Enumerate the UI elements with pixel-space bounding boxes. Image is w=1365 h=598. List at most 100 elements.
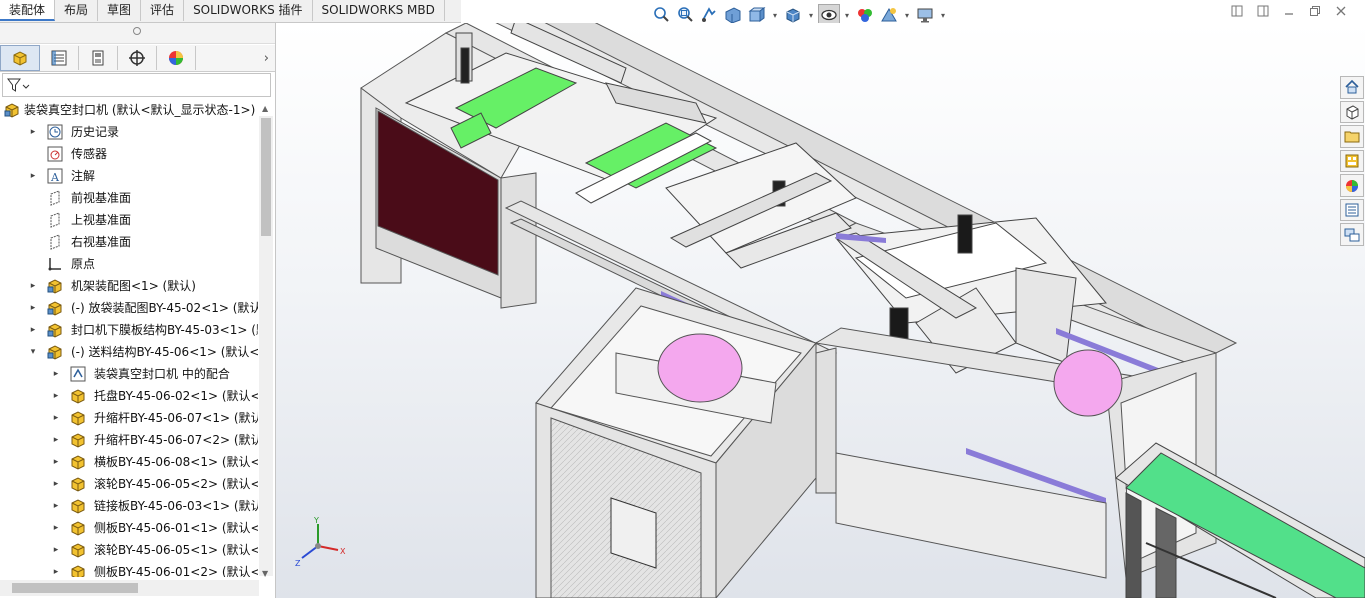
subassembly-icon <box>47 300 63 316</box>
file-explorer-icon[interactable] <box>1340 125 1364 148</box>
tree-item[interactable]: ▸ 历史记录 <box>0 121 258 143</box>
panel-grip-bar[interactable] <box>0 23 275 44</box>
tree-item[interactable]: 传感器 <box>0 143 258 165</box>
close-icon[interactable] <box>1334 4 1348 18</box>
scroll-up-icon[interactable]: ▲ <box>262 104 268 113</box>
expand-arrow-icon[interactable]: ▸ <box>50 385 62 407</box>
featuremanager-tab[interactable] <box>0 45 40 71</box>
tree-item[interactable]: ▸ 滚轮BY-45-06-05<1> (默认<<默认 <box>0 539 258 561</box>
tab-4[interactable]: SOLIDWORKS 插件 <box>184 0 313 21</box>
svg-text:A: A <box>50 171 60 184</box>
tree-item[interactable]: ▸ 机架装配图<1> (默认) <box>0 275 258 297</box>
tree-item[interactable]: 装袋真空封口机 (默认<默认_显示状态-1>) <box>0 99 258 121</box>
part-icon <box>70 476 86 492</box>
propertymanager-tab[interactable] <box>40 46 79 70</box>
tree-item[interactable]: ▸ 升缩杆BY-45-06-07<1> (默认<<默 <box>0 407 258 429</box>
expand-arrow-icon[interactable]: ▸ <box>27 165 39 187</box>
tree-item-label: 封口机下膜板结构BY-45-03<1> (默认< <box>71 323 258 337</box>
tab-1[interactable]: 布局 <box>55 0 99 21</box>
forum-icon[interactable] <box>1340 223 1364 247</box>
annotation-icon: A <box>47 168 63 184</box>
tree-item[interactable]: ▸ A 注解 <box>0 165 258 187</box>
origin-icon <box>47 256 63 272</box>
tree-item-label: 横板BY-45-06-08<1> (默认<<默认 <box>94 455 258 469</box>
tile-left-icon[interactable] <box>1230 4 1244 18</box>
home-icon[interactable] <box>1340 76 1364 99</box>
expand-arrow-icon[interactable]: ▸ <box>27 275 39 297</box>
triad-y-label: Y <box>313 516 319 525</box>
tab-5[interactable]: SOLIDWORKS MBD <box>313 0 445 21</box>
tree-item[interactable]: ▸ 装袋真空封口机 中的配合 <box>0 363 258 385</box>
tree-item[interactable]: 右视基准面 <box>0 231 258 253</box>
grip-icon[interactable] <box>133 27 141 35</box>
tab-0[interactable]: 装配体 <box>0 0 56 21</box>
manager-tabs <box>0 45 275 72</box>
expand-arrow-icon[interactable]: ▸ <box>50 495 62 517</box>
tab-3[interactable]: 评估 <box>141 0 185 21</box>
scrollbar-thumb[interactable] <box>261 118 271 236</box>
tree-vertical-scrollbar[interactable]: ▲ ▼ <box>259 104 273 578</box>
configurationmanager-tab[interactable] <box>79 46 118 70</box>
tree-item[interactable]: ▸ 托盘BY-45-06-02<1> (默认<<默认 <box>0 385 258 407</box>
view-palette-icon[interactable] <box>1340 149 1364 173</box>
tree-filter-box[interactable] <box>2 73 271 97</box>
custom-properties-icon[interactable] <box>1340 198 1364 222</box>
minimize-icon[interactable] <box>1282 4 1296 18</box>
expand-arrow-icon[interactable]: ▸ <box>50 561 62 577</box>
document-window-controls <box>1230 4 1348 18</box>
tray-plate-right <box>1053 349 1123 417</box>
tree-item[interactable]: ▾ (-) 送料结构BY-45-06<1> (默认<默认_ <box>0 341 258 363</box>
expand-arrow-icon[interactable]: ▸ <box>50 539 62 561</box>
expand-arrow-icon[interactable]: ▸ <box>50 429 62 451</box>
design-library-icon[interactable] <box>1340 100 1364 124</box>
tree-item[interactable]: 原点 <box>0 253 258 275</box>
tree-item-label: 托盘BY-45-06-02<1> (默认<<默认 <box>94 389 258 403</box>
tree-item[interactable]: 上视基准面 <box>0 209 258 231</box>
feature-tree: 装袋真空封口机 (默认<默认_显示状态-1>) ▸ 历史记录传感器 ▸ A 注解前视基准面… <box>0 99 258 577</box>
tree-item-label: 注解 <box>71 169 96 183</box>
tree-item-label: 链接板BY-45-06-03<1> (默认<<默 <box>94 499 258 513</box>
tree-item[interactable]: ▸ 侧板BY-45-06-01<1> (默认<<默认 <box>0 517 258 539</box>
expand-arrow-icon[interactable]: ▸ <box>50 407 62 429</box>
expand-arrow-icon[interactable]: ▸ <box>50 451 62 473</box>
filter-icon[interactable] <box>7 77 31 96</box>
tree-item[interactable]: ▸ (-) 放袋装配图BY-45-02<1> (默认) <box>0 297 258 319</box>
tree-item-label: 传感器 <box>71 147 108 161</box>
expand-arrow-icon[interactable]: ▸ <box>27 121 39 143</box>
graphics-area[interactable] <box>276 23 1365 598</box>
part-icon <box>70 454 86 470</box>
expand-arrow-icon[interactable]: ▸ <box>50 517 62 539</box>
restore-icon[interactable] <box>1308 4 1322 18</box>
scrollbar-thumb[interactable] <box>12 583 138 593</box>
tree-item-label: 原点 <box>71 257 96 271</box>
tree-item[interactable]: ▸ 横板BY-45-06-08<1> (默认<<默认 <box>0 451 258 473</box>
tile-right-icon[interactable] <box>1256 4 1270 18</box>
tree-item[interactable]: 前视基准面 <box>0 187 258 209</box>
tree-horizontal-scrollbar[interactable] <box>0 580 259 596</box>
collapse-arrow-icon[interactable]: ▾ <box>27 341 39 363</box>
part-icon <box>70 410 86 426</box>
tree-item-label: 前视基准面 <box>71 191 132 205</box>
assembly-model-render[interactable] <box>276 23 1365 598</box>
tray-plate-left <box>657 333 743 403</box>
tree-item[interactable]: ▸ 侧板BY-45-06-01<2> (默认<<默认 <box>0 561 258 577</box>
tree-item[interactable]: ▸ 封口机下膜板结构BY-45-03<1> (默认< <box>0 319 258 341</box>
expand-arrow-icon[interactable]: ▸ <box>50 473 62 495</box>
tree-item[interactable]: ▸ 链接板BY-45-06-03<1> (默认<<默 <box>0 495 258 517</box>
expand-arrow-icon[interactable]: ▸ <box>50 363 62 385</box>
expand-arrow-icon[interactable]: ▸ <box>27 319 39 341</box>
tree-item-label: 装袋真空封口机 (默认<默认_显示状态-1>) <box>24 103 256 117</box>
appearances-icon[interactable] <box>1340 174 1364 197</box>
plane-icon <box>47 190 63 206</box>
triad-x-label: X <box>340 547 346 556</box>
tab-2[interactable]: 草图 <box>98 0 142 21</box>
chevron-right-icon[interactable]: › <box>264 51 269 66</box>
expand-arrow-icon[interactable]: ▸ <box>27 297 39 319</box>
dimxpert-tab[interactable] <box>118 46 157 70</box>
display-manager-tab[interactable] <box>157 46 196 70</box>
tree-item-label: 升缩杆BY-45-06-07<2> (默认<<默 <box>94 433 258 447</box>
scroll-down-icon[interactable]: ▼ <box>262 569 268 578</box>
tree-item[interactable]: ▸ 滚轮BY-45-06-05<2> (默认<<默认 <box>0 473 258 495</box>
tree-item[interactable]: ▸ 升缩杆BY-45-06-07<2> (默认<<默 <box>0 429 258 451</box>
feature-manager-panel: › 装袋真空封口机 (默认<默认_显示状态-1>) ▸ 历史记录传感器 ▸ A 注解前视基… <box>0 23 276 598</box>
